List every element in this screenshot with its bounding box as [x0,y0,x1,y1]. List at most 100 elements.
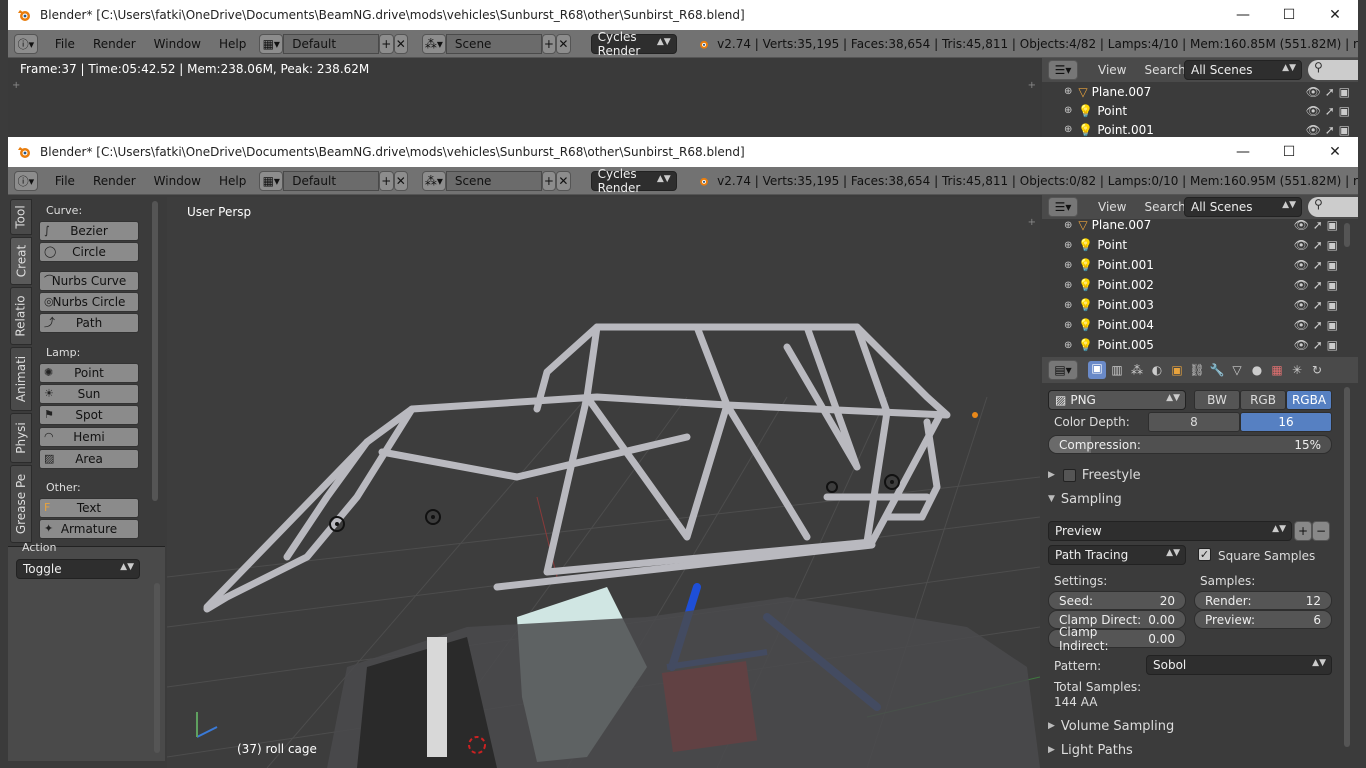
outliner-row[interactable]: ⊕ 💡 Point.004 👁 ➚ ▣ [1042,315,1358,335]
outliner-editor-icon[interactable]: ☰▾ [1048,60,1078,80]
tab-animation[interactable]: Animati [10,347,32,411]
nurbs-curve-button[interactable]: ⌒ Nurbs Curve [39,271,139,291]
layout-browse-icon[interactable]: ▦▾ [259,33,284,54]
texture-tab-icon[interactable]: ▦ [1268,363,1286,377]
scene-browse-icon[interactable]: ⁂▾ [422,33,446,54]
outliner-row[interactable]: ⊕ 💡 Point 👁 ➚ ▣ [1042,101,1358,120]
add-layout-icon[interactable]: + [379,170,394,191]
outliner-view-menu[interactable]: View [1098,200,1126,214]
layout-browse-icon[interactable]: ▦▾ [259,170,284,191]
seed-field[interactable]: Seed: 20 [1048,591,1186,610]
outliner-row[interactable]: ⊕ ▽ Plane.007 👁 ➚ ▣ [1042,82,1358,101]
freestyle-checkbox[interactable] [1062,468,1076,482]
menu-help[interactable]: Help [210,174,255,188]
outliner-row[interactable]: ⊕ 💡 Point.001 👁 ➚ ▣ [1042,255,1358,275]
file-format-dropdown[interactable]: ▨ PNG ▲▼ [1048,390,1186,410]
point-lamp-button[interactable]: ✺ Point [39,363,139,383]
constraints-tab-icon[interactable]: ⛓ [1188,363,1206,377]
outliner-search-field[interactable]: ⚲ [1308,60,1358,80]
compression-slider[interactable]: Compression: 15% [1048,435,1332,454]
back-title-bar[interactable]: Blender* [C:\Users\fatki\OneDrive\Docume… [8,0,1358,30]
properties-scrollbar[interactable] [1344,387,1350,747]
front-title-bar[interactable]: Blender* [C:\Users\fatki\OneDrive\Docume… [8,137,1358,167]
preview-samples-field[interactable]: Preview: 6 [1194,610,1332,629]
bezier-button[interactable]: ∫ Bezier [39,221,139,241]
remove-layout-icon[interactable]: ✕ [393,33,408,54]
remove-scene-icon[interactable]: ✕ [556,170,571,191]
remove-scene-icon[interactable]: ✕ [556,33,571,54]
tab-create[interactable]: Creat [10,237,32,285]
remove-preset-button[interactable]: − [1312,521,1330,541]
area-add-icon[interactable]: + [1028,80,1036,91]
close-button[interactable]: ✕ [1312,137,1358,167]
outliner-view-menu[interactable]: View [1098,63,1126,77]
outliner-row[interactable]: ⊕ 💡 Point.003 👁 ➚ ▣ [1042,295,1358,315]
tab-tool[interactable]: Tool [10,199,32,235]
outliner-row[interactable]: ⊕ 💡 Point.005 👁 ➚ ▣ [1042,335,1358,355]
data-tab-icon[interactable]: ▽ [1228,363,1246,377]
sampling-panel-header[interactable]: ▼ Sampling [1048,489,1328,509]
outliner-row[interactable]: ⊕ 💡 Point.002 👁 ➚ ▣ [1042,275,1358,295]
menu-window[interactable]: Window [145,174,210,188]
modifiers-tab-icon[interactable]: 🔧 [1208,363,1226,377]
menu-render[interactable]: Render [84,37,145,51]
physics-tab-icon[interactable]: ↻ [1308,363,1326,377]
add-scene-icon[interactable]: + [541,33,557,54]
render-tab-icon[interactable]: ▣ [1088,361,1106,379]
freestyle-panel-header[interactable]: ▶ Freestyle [1048,465,1328,485]
circle-button[interactable]: ◯ Circle [39,242,139,262]
color-rgba-button[interactable]: RGBA [1286,390,1332,410]
minimize-button[interactable]: — [1220,0,1266,30]
spot-lamp-button[interactable]: ⚑ Spot [39,405,139,425]
light-paths-panel-header[interactable]: ▶ Light Paths [1048,740,1328,760]
remove-layout-icon[interactable]: ✕ [393,170,408,191]
editor-type-info-icon[interactable]: ⓘ▾ [14,33,38,54]
volume-sampling-panel-header[interactable]: ▶ Volume Sampling [1048,716,1328,736]
scene-tab-icon[interactable]: ⁂ [1128,363,1146,377]
menu-file[interactable]: File [46,174,84,188]
properties-editor-icon[interactable]: ▤▾ [1048,360,1078,380]
path-button[interactable]: ⤴ Path [39,313,139,333]
area-lamp-button[interactable]: ▨ Area [39,449,139,469]
menu-render[interactable]: Render [84,174,145,188]
maximize-button[interactable]: ☐ [1266,137,1312,167]
outliner-scrollbar[interactable] [1344,223,1350,247]
pattern-dropdown[interactable]: Sobol ▲▼ [1146,655,1332,675]
outliner-scope-dropdown[interactable]: All Scenes ▲▼ [1184,197,1302,217]
layout-name-field[interactable]: Default [283,170,380,191]
clamp-indirect-field[interactable]: Clamp Indirect: 0.00 [1048,625,1186,653]
sampling-preset-dropdown[interactable]: Preview ▲▼ [1048,521,1292,541]
integrator-dropdown[interactable]: Path Tracing ▲▼ [1048,545,1186,565]
tool-shelf-scrollbar[interactable] [152,201,158,501]
menu-window[interactable]: Window [145,37,210,51]
armature-button[interactable]: ✦ Armature [39,519,139,539]
sun-lamp-button[interactable]: ☀ Sun [39,384,139,404]
hemi-lamp-button[interactable]: ◠ Hemi [39,427,139,447]
menu-help[interactable]: Help [210,37,255,51]
add-preset-button[interactable]: + [1294,521,1312,541]
scene-browse-icon[interactable]: ⁂▾ [422,170,446,191]
area-add-icon[interactable]: + [1028,217,1036,228]
render-samples-field[interactable]: Render: 12 [1194,591,1332,610]
area-add-icon[interactable]: + [12,80,20,91]
render-engine-dropdown[interactable]: Cycles Render ▲▼ [590,167,677,195]
depth-8-button[interactable]: 8 [1148,412,1240,432]
render-layers-tab-icon[interactable]: ▥ [1108,363,1126,377]
scene-name-field[interactable]: Scene [445,33,542,54]
tab-grease-pencil[interactable]: Grease Pe [10,465,32,543]
outliner-row[interactable]: ⊕ 💡 Point 👁 ➚ ▣ [1042,235,1358,255]
text-button[interactable]: F Text [39,498,139,518]
menu-file[interactable]: File [46,37,84,51]
operator-panel-scrollbar[interactable] [154,583,160,753]
action-dropdown[interactable]: Toggle ▲▼ [16,559,140,579]
particles-tab-icon[interactable]: ✳ [1288,363,1306,377]
object-tab-icon[interactable]: ▣ [1168,363,1186,377]
render-engine-dropdown[interactable]: Cycles Render ▲▼ [590,30,677,58]
material-tab-icon[interactable]: ● [1248,363,1266,377]
depth-16-button[interactable]: 16 [1240,412,1332,432]
add-scene-icon[interactable]: + [541,170,557,191]
tab-physics[interactable]: Physi [10,413,32,463]
square-samples-checkbox[interactable]: ✓ [1198,548,1211,561]
outliner-search-menu[interactable]: Search [1144,63,1185,77]
color-bw-button[interactable]: BW [1194,390,1240,410]
